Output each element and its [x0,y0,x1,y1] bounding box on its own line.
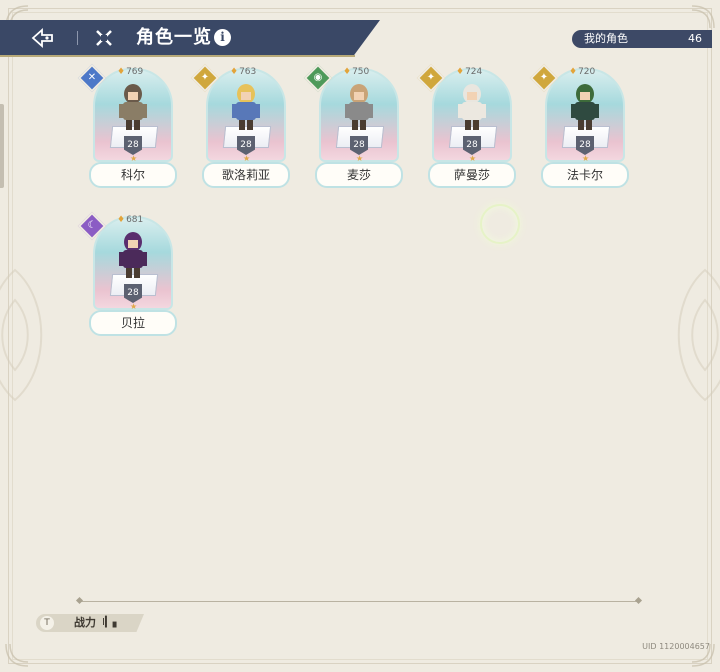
character-sprite [107,228,159,288]
owned-count: 46 [688,32,702,45]
character-name: 歌洛莉亚 [202,162,290,188]
character-name: 萨曼莎 [428,162,516,188]
sort-icon: T [40,616,54,630]
info-icon[interactable]: i [214,29,231,46]
sort-by-power-button[interactable]: T 战力 Ⅰ▎▖ [36,614,144,632]
back-button[interactable] [30,27,56,49]
sort-bars-icon: Ⅰ▎▖ [102,617,121,628]
element-glyph: ☾ [87,220,97,231]
power-value: ♦750 [343,67,369,77]
character-name: 贝拉 [89,310,177,336]
bottom-divider [80,601,640,602]
flame-icon: ♦ [230,67,239,77]
power-value: ♦724 [456,67,482,77]
power-number: 750 [352,67,370,77]
flame-icon: ♦ [343,67,352,77]
scroll-handle[interactable] [0,104,4,188]
power-number: 724 [465,67,483,77]
owned-characters-counter: 我的角色 46 [572,30,712,48]
power-value: ♦681 [117,215,143,225]
character-card[interactable]: ☾ ♦681 28 ★ 贝拉 [77,211,179,338]
page-title: 角色一览 [136,27,212,48]
flame-icon: ♦ [117,67,126,77]
owned-label: 我的角色 [584,32,628,45]
power-value: ♦769 [117,67,143,77]
power-number: 681 [126,215,144,225]
divider-tip [634,596,643,605]
power-value: ♦763 [230,67,256,77]
character-card[interactable]: ◉ ♦750 28 ★ 麦莎 [303,63,405,190]
grid-menu-button[interactable] [95,29,113,47]
character-card[interactable]: ✕ ♦769 28 ★ 科尔 [77,63,179,190]
user-id: UID 1120004657 [642,642,710,651]
side-ornament-icon [0,260,60,410]
header-separator [77,31,78,45]
corner-ornament-icon [4,642,30,668]
element-glyph: ✦ [200,72,210,83]
power-number: 720 [578,67,596,77]
character-sprite [559,80,611,140]
flame-icon: ♦ [117,215,126,225]
character-sprite [220,80,272,140]
divider-tip [75,596,84,605]
header-edge [0,55,355,57]
character-card[interactable]: ✦ ♦763 28 ★ 歌洛莉亚 [190,63,292,190]
back-arrow-icon [31,27,53,49]
power-number: 763 [239,67,257,77]
character-sprite [446,80,498,140]
flame-icon: ♦ [569,67,578,77]
element-glyph: ✕ [87,72,97,83]
character-card[interactable]: ✦ ♦724 28 ★ 萨曼莎 [416,63,518,190]
grid-menu-icon [96,30,112,46]
element-glyph: ◉ [313,72,323,83]
element-glyph: ✦ [539,72,549,83]
side-ornament-icon [660,260,720,410]
character-sprite [333,80,385,140]
character-card[interactable]: ✦ ♦720 28 ★ 法卡尔 [529,63,631,190]
power-number: 769 [126,67,144,77]
character-name: 麦莎 [315,162,403,188]
sort-label: 战力 [74,616,96,629]
tap-effect-ring [480,204,520,244]
character-name: 科尔 [89,162,177,188]
corner-ornament-icon [690,4,716,30]
character-sprite [107,80,159,140]
element-glyph: ✦ [426,72,436,83]
flame-icon: ♦ [456,67,465,77]
character-name: 法卡尔 [541,162,629,188]
power-value: ♦720 [569,67,595,77]
